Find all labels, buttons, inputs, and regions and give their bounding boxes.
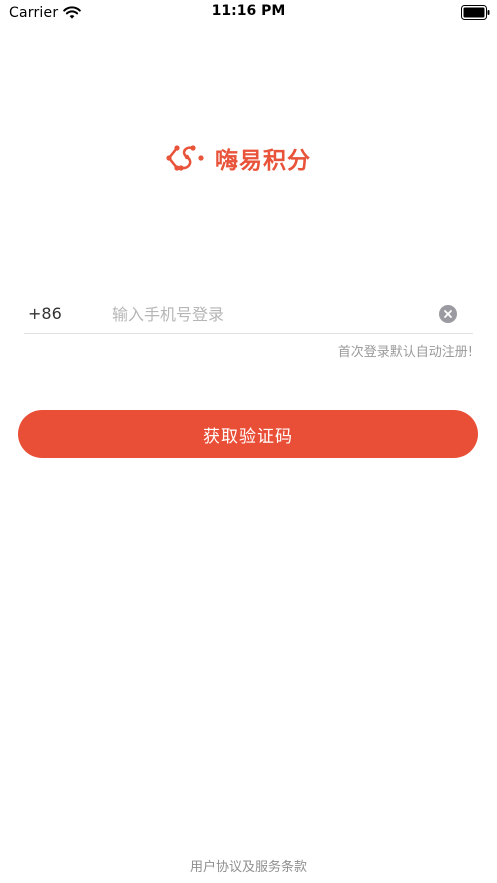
status-bar: Carrier 11:16 PM: [0, 0, 497, 26]
logo-icon: [166, 145, 204, 171]
phone-number-input[interactable]: [112, 300, 422, 328]
logo-text: 嗨易积分: [215, 148, 311, 174]
get-verification-code-button[interactable]: 获取验证码: [18, 410, 478, 458]
auto-register-hint: 首次登录默认自动注册!: [337, 345, 473, 360]
app-logo: 嗨易积分: [165, 140, 311, 176]
phone-input-row: +86: [24, 296, 473, 334]
terms-of-service-link[interactable]: 用户协议及服务条款: [0, 856, 497, 875]
status-time: 11:16 PM: [211, 3, 286, 19]
clear-icon: [444, 310, 452, 318]
battery-icon: [461, 5, 490, 20]
clear-input-button[interactable]: [439, 305, 457, 323]
country-code[interactable]: +86: [28, 304, 62, 323]
